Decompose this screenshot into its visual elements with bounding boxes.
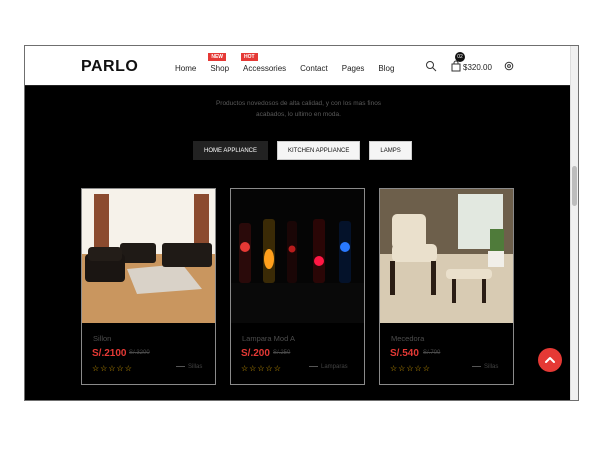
nav-home[interactable]: Home [175, 64, 196, 73]
nav-shop[interactable]: NEW Shop [208, 53, 230, 73]
product-image-lampara[interactable] [231, 189, 364, 323]
site-logo[interactable]: PARLO [81, 58, 138, 76]
cart-count-badge: 02 [455, 52, 465, 62]
product-image-mecedora[interactable] [380, 189, 513, 323]
search-icon[interactable] [425, 60, 437, 72]
product-card-mecedora[interactable]: Mecedora S/.540 S/.700 ☆☆☆☆☆ Sillas [379, 188, 514, 385]
tab-lamps[interactable]: LAMPS [369, 141, 412, 160]
nav-blog-label: Blog [378, 64, 395, 73]
gear-icon[interactable] [503, 60, 515, 72]
nav-contact-label: Contact [300, 64, 328, 73]
tab-kitchen-appliance[interactable]: KITCHEN APPLIANCE [277, 141, 361, 160]
site-header: PARLO Home NEW Shop HOT Accessories Cont… [25, 46, 578, 86]
product-rating: ☆☆☆☆☆ [390, 364, 431, 373]
scroll-top-button[interactable] [538, 348, 562, 372]
nav-contact[interactable]: Contact [300, 64, 328, 73]
product-old-price: S/.250 [273, 350, 291, 356]
product-name[interactable]: Mecedora [391, 334, 424, 343]
nav-accessories[interactable]: HOT Accessories [241, 53, 287, 73]
main-nav: Home NEW Shop HOT Accessories Contact Pa… [175, 53, 408, 73]
cart-total[interactable]: $320.00 [463, 63, 492, 72]
product-image-sillon[interactable] [82, 189, 215, 323]
tab-home-appliance[interactable]: HOME APPLIANCE [193, 141, 269, 160]
nav-accessories-label: Accessories [243, 64, 287, 73]
product-category[interactable]: Lamparas [309, 364, 348, 370]
product-category[interactable]: Sillas [176, 364, 202, 370]
product-price: S/.2100 [92, 348, 127, 359]
product-name[interactable]: Lampara Mod A [242, 334, 295, 343]
product-rating: ☆☆☆☆☆ [241, 364, 282, 373]
nav-shop-label: Shop [210, 64, 230, 73]
product-price: S/.540 [390, 348, 419, 359]
nav-blog[interactable]: Blog [378, 64, 394, 73]
hot-badge: HOT [241, 53, 258, 61]
product-card-lampara[interactable]: Lampara Mod A S/.200 S/.250 ☆☆☆☆☆ Lampar… [230, 188, 365, 385]
product-name[interactable]: Sillon [93, 334, 111, 343]
product-rating: ☆☆☆☆☆ [92, 364, 133, 373]
new-badge: NEW [208, 53, 227, 61]
product-card-sillon[interactable]: Sillon S/.2100 S/.3200 ☆☆☆☆☆ Sillas [81, 188, 216, 385]
intro-line-1: Productos novedosos de alta calidad, y c… [215, 100, 382, 107]
nav-pages-label: Pages [341, 64, 365, 73]
browser-viewport: PARLO Home NEW Shop HOT Accessories Cont… [24, 45, 579, 401]
product-old-price: S/.3200 [129, 350, 150, 356]
scrollbar[interactable] [570, 46, 578, 400]
product-price: S/.200 [241, 348, 270, 359]
nav-pages[interactable]: Pages [342, 64, 365, 73]
category-tabs: HOME APPLIANCE KITCHEN APPLIANCE LAMPS [193, 141, 412, 160]
intro-line-2: acabados, lo ultimo en moda. [256, 111, 341, 118]
product-old-price: S/.700 [423, 350, 441, 356]
scrollbar-thumb[interactable] [572, 166, 577, 206]
nav-home-label: Home [175, 64, 197, 73]
arrow-up-icon [545, 357, 555, 363]
product-category[interactable]: Sillas [472, 364, 498, 370]
